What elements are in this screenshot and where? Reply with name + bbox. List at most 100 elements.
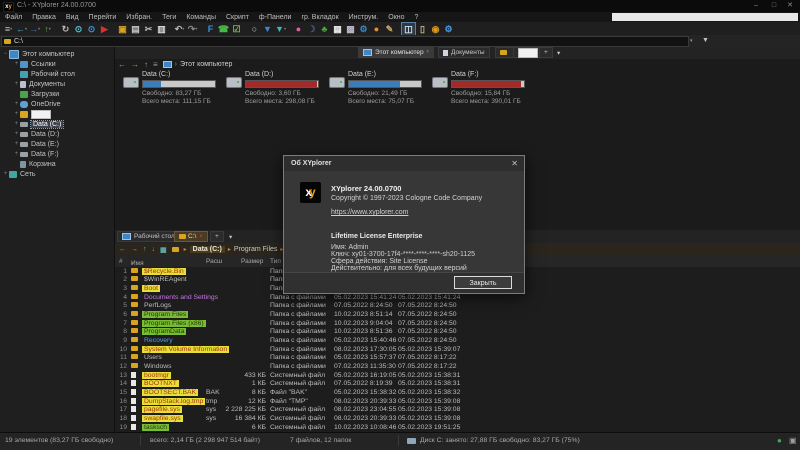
mini-tree-icon[interactable]: ◉ [429, 23, 442, 35]
table-row[interactable]: 7Program Files (x86)Папка с файлами10.02… [115, 319, 800, 328]
dropdown-caret-icon[interactable]: ▾ [25, 26, 27, 31]
rename-box[interactable] [31, 110, 51, 119]
cut-icon[interactable]: ✂ [142, 23, 155, 35]
table-row[interactable]: 19tasksch6 КБСистемный файл10.02.2023 10… [115, 423, 800, 432]
tree-expander-icon[interactable]: + [13, 121, 20, 127]
close-button[interactable]: ✕ [782, 1, 798, 11]
pane-forward-icon[interactable]: → [131, 60, 139, 69]
tree-item-blank[interactable]: + [0, 109, 127, 119]
table-row[interactable]: 16DumpStack.log.tmptmp12 КБФайл "TMP"08.… [115, 397, 800, 406]
tab-close-icon[interactable]: × [199, 234, 203, 240]
tree-item-Data (C:)[interactable]: +Data (C:) [0, 119, 127, 129]
table-row[interactable]: 6Program FilesПапка с файлами10.02.2023 … [115, 310, 800, 319]
sphere-orange-icon[interactable]: ● [370, 23, 383, 35]
tree-item-Рабочий стол[interactable]: Рабочий стол [0, 69, 127, 79]
maximize-button[interactable]: □ [766, 1, 782, 11]
address-input[interactable]: C:\ [1, 36, 689, 47]
filter-blue-icon[interactable]: ▼ [261, 23, 274, 35]
drive-Data (F:)[interactable]: Data (F:)Свободно: 15,84 ГБВсего места: … [432, 71, 532, 113]
tree-expander-icon[interactable]: + [13, 131, 20, 137]
website-link[interactable]: https://www.xyplorer.com [331, 209, 408, 216]
table-row[interactable]: 11UsersПапка с файлами05.02.2023 15:57:3… [115, 354, 800, 363]
tree-item-Этот компьютер[interactable]: −Этот компьютер [0, 49, 116, 59]
zoom-in-icon[interactable]: ⊙ [85, 23, 98, 35]
tree-item-Data (E:)[interactable]: +Data (E:) [0, 139, 127, 149]
pane-nav-icon[interactable]: ▦ [160, 246, 167, 254]
sphere-pink-icon[interactable]: ● [292, 23, 305, 35]
table-row[interactable]: 12WindowsПапка с файлами07.02.2023 11:35… [115, 362, 800, 371]
dropdown-caret-icon[interactable]: ▾ [284, 26, 286, 31]
paste-icon[interactable]: ▥ [155, 23, 168, 35]
breadcrumb-segment[interactable]: Program Files [234, 246, 278, 253]
tab-list-dropdown-icon[interactable]: ▾ [553, 47, 564, 58]
column-ext[interactable]: Расш [206, 258, 222, 265]
tree-item-Ссылки[interactable]: +Ссылки [0, 59, 127, 69]
phone-icon[interactable]: ☎ [217, 23, 230, 35]
tree-expander-icon[interactable]: + [13, 81, 20, 87]
tree-item-Документы[interactable]: +Документы [0, 79, 127, 89]
dropdown-caret-icon[interactable]: ▾ [195, 26, 197, 31]
tab-Рабочий стол[interactable]: Рабочий стол [117, 231, 180, 242]
dropdown-caret-icon[interactable]: ▾ [182, 26, 184, 31]
undo-icon[interactable]: ↶▾ [173, 23, 186, 35]
tab-C:\[interactable]: C:\× [174, 231, 208, 242]
tree-expander-icon[interactable]: − [2, 51, 9, 57]
menu-item-Окно[interactable]: Окно [383, 14, 409, 21]
menu-item-фПанели[interactable]: ф-Панели [254, 14, 297, 21]
menu-item-Файл[interactable]: Файл [0, 14, 27, 21]
new-tab-button[interactable]: + [210, 231, 224, 242]
table-row[interactable]: 10System Volume InformationПапка с файла… [115, 345, 800, 354]
table-row[interactable]: 8ProgramDataПапка с файлами10.02.2023 8:… [115, 328, 800, 337]
tools-icon[interactable]: ⚙ [442, 23, 455, 35]
drive-Data (D:)[interactable]: Data (D:)Свободно: 3,60 ГБВсего места: 2… [226, 71, 326, 113]
up-icon[interactable]: ↑▾ [41, 23, 54, 35]
menu-list-icon[interactable]: ≡▾ [2, 23, 15, 35]
top-pane-breadcrumb[interactable]: ›Этот компьютер [175, 61, 233, 68]
copy-icon[interactable]: ▤ [129, 23, 142, 35]
menu-item-грВкладок[interactable]: гр. Вкладок [296, 14, 343, 21]
tree-item-Загрузки[interactable]: Загрузки [0, 89, 127, 99]
tab-close-icon[interactable]: ˣ [427, 50, 429, 56]
column-num[interactable]: # [119, 258, 123, 265]
new-tab-button[interactable]: + [539, 47, 553, 58]
menu-item-Скрипт[interactable]: Скрипт [221, 14, 254, 21]
refresh-icon[interactable]: ↻ [59, 23, 72, 35]
brush-icon[interactable]: ✎ [383, 23, 396, 35]
address-filter-icon[interactable]: ▼ [702, 37, 709, 44]
tab-icon-2[interactable] [495, 47, 514, 58]
minimize-button[interactable]: – [748, 1, 764, 11]
menu-item-Правка[interactable]: Правка [27, 14, 61, 21]
menu-item-[interactable]: ? [410, 14, 424, 21]
single-pane-icon[interactable]: ▯ [416, 23, 429, 35]
close-dialog-button[interactable]: Закрыть [454, 276, 512, 289]
pane-nav-icon[interactable]: ← [119, 246, 126, 253]
status-ok-icon[interactable]: ● [777, 436, 782, 445]
dialog-close-icon[interactable]: ✕ [511, 159, 518, 168]
tree-expander-icon[interactable]: + [2, 171, 9, 177]
tree-item-Data (D:)[interactable]: +Data (D:) [0, 129, 127, 139]
tree-item-OneDrive[interactable]: +OneDrive [0, 99, 127, 109]
column-size[interactable]: Размер [241, 258, 263, 265]
menu-item-Инструм[interactable]: Инструм. [344, 14, 384, 21]
tree-icon[interactable]: ♣ [318, 23, 331, 35]
tree-expander-icon[interactable]: + [13, 151, 20, 157]
tree-expander-icon[interactable]: + [13, 141, 20, 147]
back-icon[interactable]: ←▾ [15, 23, 28, 35]
dialog-title-bar[interactable]: Об XYplorer ✕ [284, 156, 524, 171]
calculator-icon[interactable]: ▩ [344, 23, 357, 35]
status-tray-icon[interactable]: ▣ [789, 436, 797, 445]
menu-item-Избран[interactable]: Избран. [121, 14, 157, 21]
tab-Документы[interactable]: Документы [438, 47, 490, 58]
forward-icon[interactable]: →▾ [28, 23, 41, 35]
table-row[interactable]: 18swapfile.syssys16 384 КБСистемный файл… [115, 415, 800, 424]
pane-nav-icon[interactable]: ↑ [143, 246, 147, 253]
tab-list-dropdown-icon[interactable]: ▾ [225, 231, 236, 242]
breadcrumb-root[interactable]: Data (C:) [190, 246, 225, 253]
tab-Этот компьютер[interactable]: Этот компьютерˣ [358, 47, 434, 58]
drive-Data (C:)[interactable]: Data (C:)Свободно: 83,27 ГБВсего места: … [123, 71, 223, 113]
table-row[interactable]: 13bootmgr433 КБСистемный файл05.02.2023 … [115, 371, 800, 380]
menu-item-Вид[interactable]: Вид [61, 14, 84, 21]
menu-item-Перейти[interactable]: Перейти [84, 14, 122, 21]
filter-teal-icon[interactable]: ▼▾ [274, 23, 287, 35]
tree-expander-icon[interactable]: + [13, 61, 20, 67]
